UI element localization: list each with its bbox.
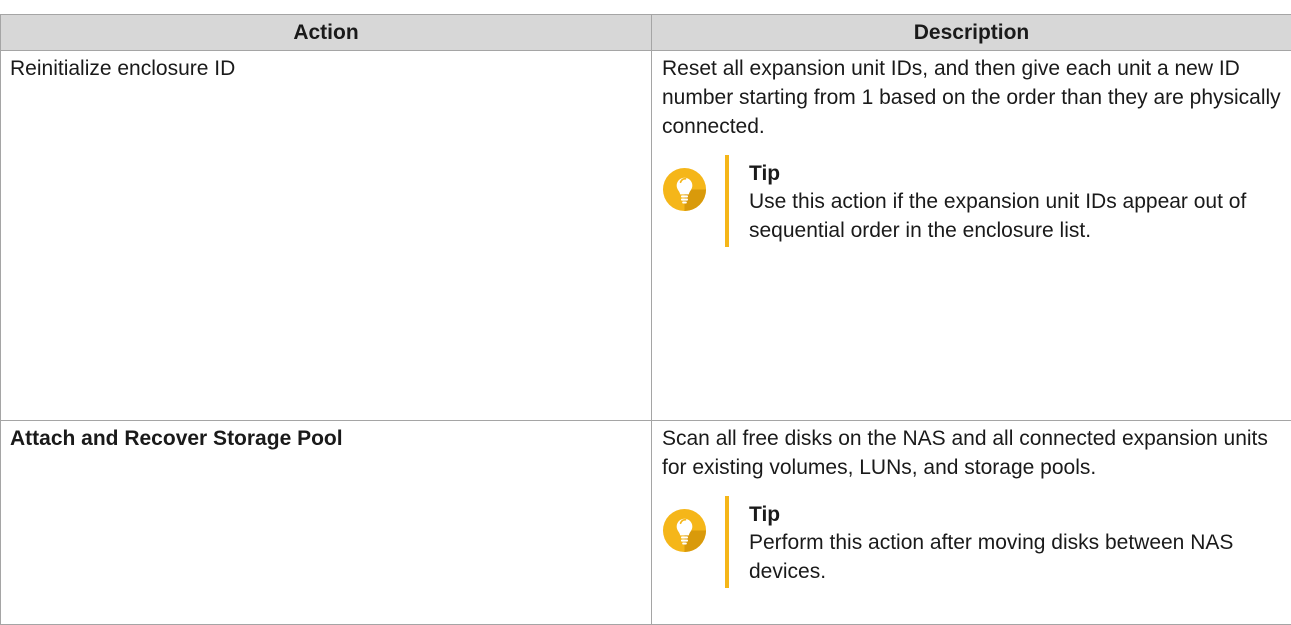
description-text: Reset all expansion unit IDs, and then g… xyxy=(662,54,1283,141)
lightbulb-icon xyxy=(662,167,707,212)
description-cell: Reset all expansion unit IDs, and then g… xyxy=(652,51,1291,421)
description-text: Scan all free disks on the NAS and all c… xyxy=(662,424,1283,482)
table-row: Attach and Recover Storage Pool Scan all… xyxy=(1,421,1291,625)
tip-text: Use this action if the expansion unit ID… xyxy=(749,187,1283,245)
tip-body: Tip Use this action if the expansion uni… xyxy=(729,155,1283,247)
lightbulb-icon xyxy=(662,508,707,553)
tip-body: Tip Perform this action after moving dis… xyxy=(729,496,1283,588)
tip-text: Perform this action after moving disks b… xyxy=(749,528,1283,586)
table-row: Reinitialize enclosure ID Reset all expa… xyxy=(1,51,1291,421)
tip-title: Tip xyxy=(749,502,1283,528)
tip-title: Tip xyxy=(749,161,1283,187)
table-header-row: Action Description xyxy=(1,15,1291,51)
action-cell: Attach and Recover Storage Pool xyxy=(1,421,652,625)
tip-note: Tip Use this action if the expansion uni… xyxy=(652,155,1283,247)
actions-table: Action Description Reinitialize enclosur… xyxy=(0,14,1291,625)
description-cell: Scan all free disks on the NAS and all c… xyxy=(652,421,1291,625)
action-cell: Reinitialize enclosure ID xyxy=(1,51,652,421)
tip-note: Tip Perform this action after moving dis… xyxy=(652,496,1283,588)
header-description: Description xyxy=(652,15,1291,51)
header-action: Action xyxy=(1,15,652,51)
